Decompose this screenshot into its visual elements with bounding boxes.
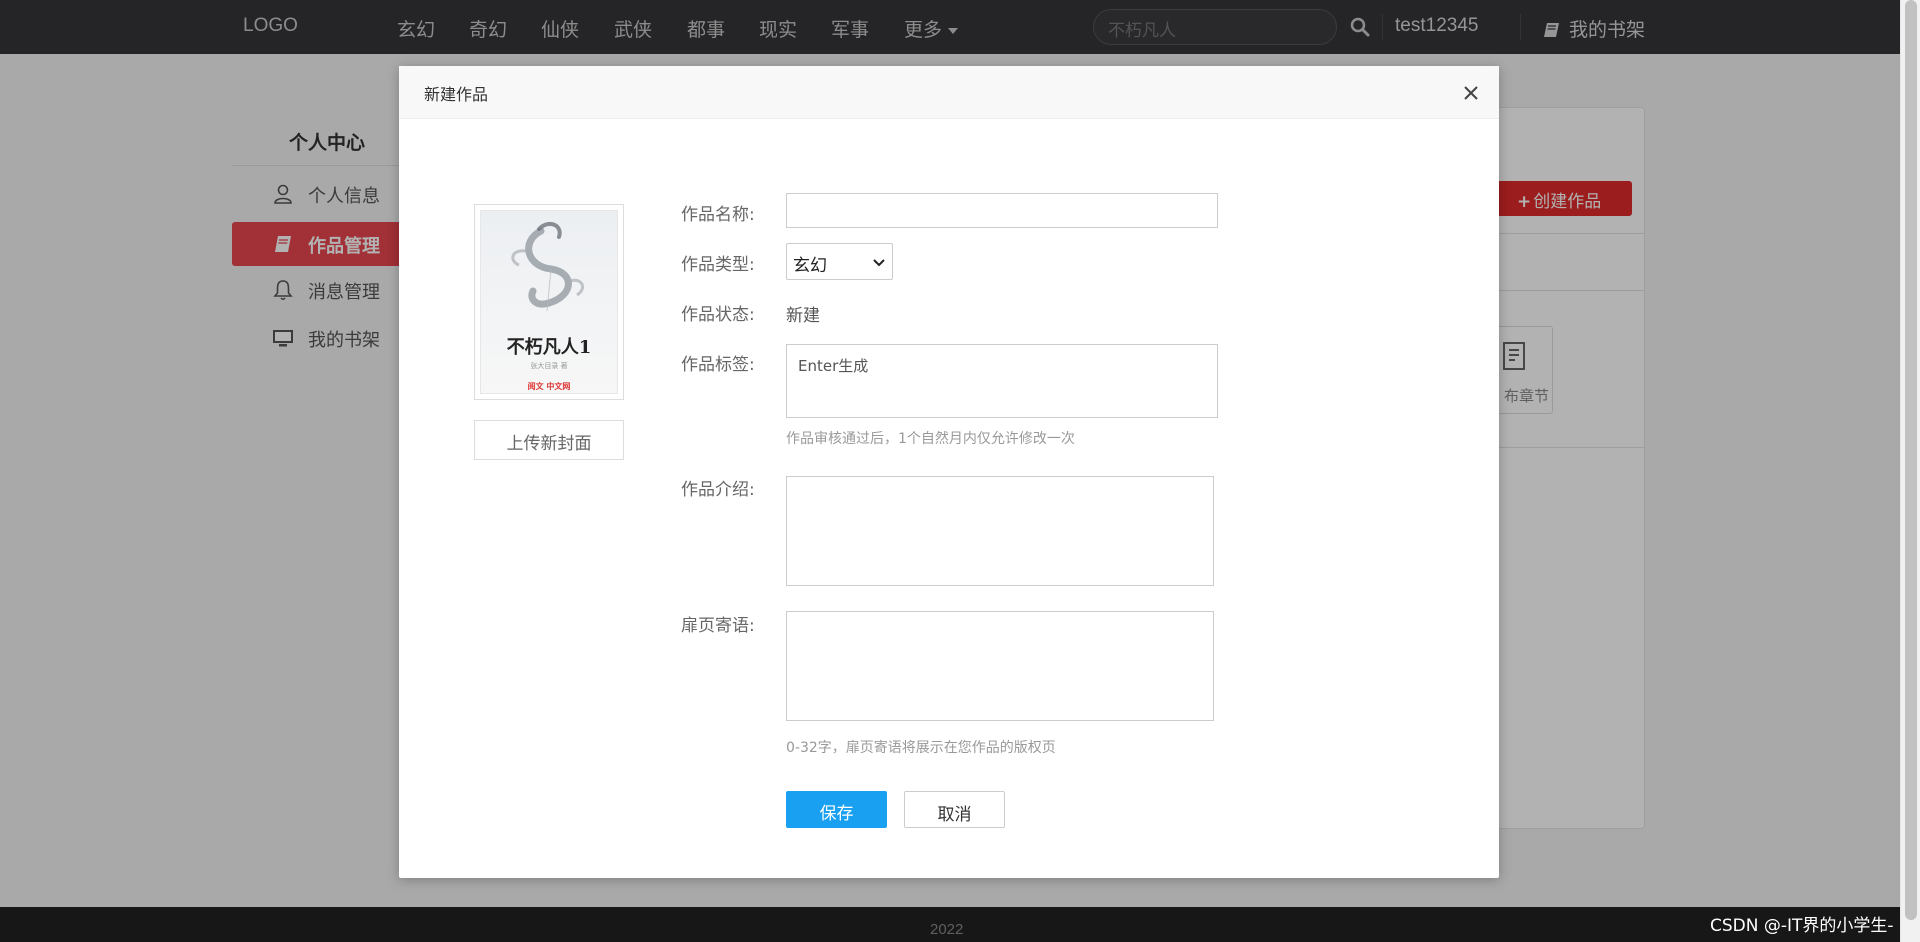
close-icon[interactable] xyxy=(1460,82,1482,104)
chevron-down-icon xyxy=(873,259,885,267)
scrollbar-thumb[interactable] xyxy=(1905,0,1917,920)
dedication-textarea[interactable] xyxy=(786,611,1214,721)
work-type-label: 作品类型: xyxy=(681,255,755,275)
work-name-label: 作品名称: xyxy=(681,205,755,225)
page-scrollbar[interactable] xyxy=(1900,0,1920,942)
dedication-hint: 0-32字，扉页寄语将展示在您作品的版权页 xyxy=(786,740,1056,756)
work-status-label: 作品状态: xyxy=(681,305,755,325)
cover-title: 不朽凡人1 xyxy=(506,337,592,358)
cover-publisher: 阅文 中文网 xyxy=(527,382,571,391)
work-type-value: 玄幻 xyxy=(793,256,827,276)
work-name-input[interactable] xyxy=(786,193,1218,228)
cover-art: 不朽凡人1 张大目录 著 阅文 中文网 xyxy=(480,210,618,394)
dialog-title: 新建作品 xyxy=(424,85,489,104)
work-tags-input[interactable]: Enter生成 xyxy=(786,344,1218,418)
dragon-illustration xyxy=(511,221,585,312)
tags-hint: 作品审核通过后，1个自然月内仅允许修改一次 xyxy=(786,431,1075,447)
work-status-value: 新建 xyxy=(786,306,820,326)
watermark: CSDN @-IT界的小学生- xyxy=(1710,916,1894,936)
cancel-button[interactable]: 取消 xyxy=(904,791,1005,828)
work-intro-textarea[interactable] xyxy=(786,476,1214,586)
cover-author: 张大目录 著 xyxy=(530,362,568,370)
work-type-select[interactable]: 玄幻 xyxy=(786,243,893,280)
save-button[interactable]: 保存 xyxy=(786,791,887,828)
work-intro-label: 作品介绍: xyxy=(681,480,755,500)
work-tags-label: 作品标签: xyxy=(681,355,755,375)
dedication-label: 扉页寄语: xyxy=(681,616,755,636)
cover-image: 不朽凡人1 张大目录 著 阅文 中文网 xyxy=(474,204,624,400)
dialog-header: 新建作品 xyxy=(399,66,1499,119)
upload-cover-button[interactable]: 上传新封面 xyxy=(474,420,624,460)
new-work-dialog: 新建作品 不朽凡人1 张大目录 著 阅文 中文网 上传新封面 作品名称: 作品类… xyxy=(399,66,1499,878)
